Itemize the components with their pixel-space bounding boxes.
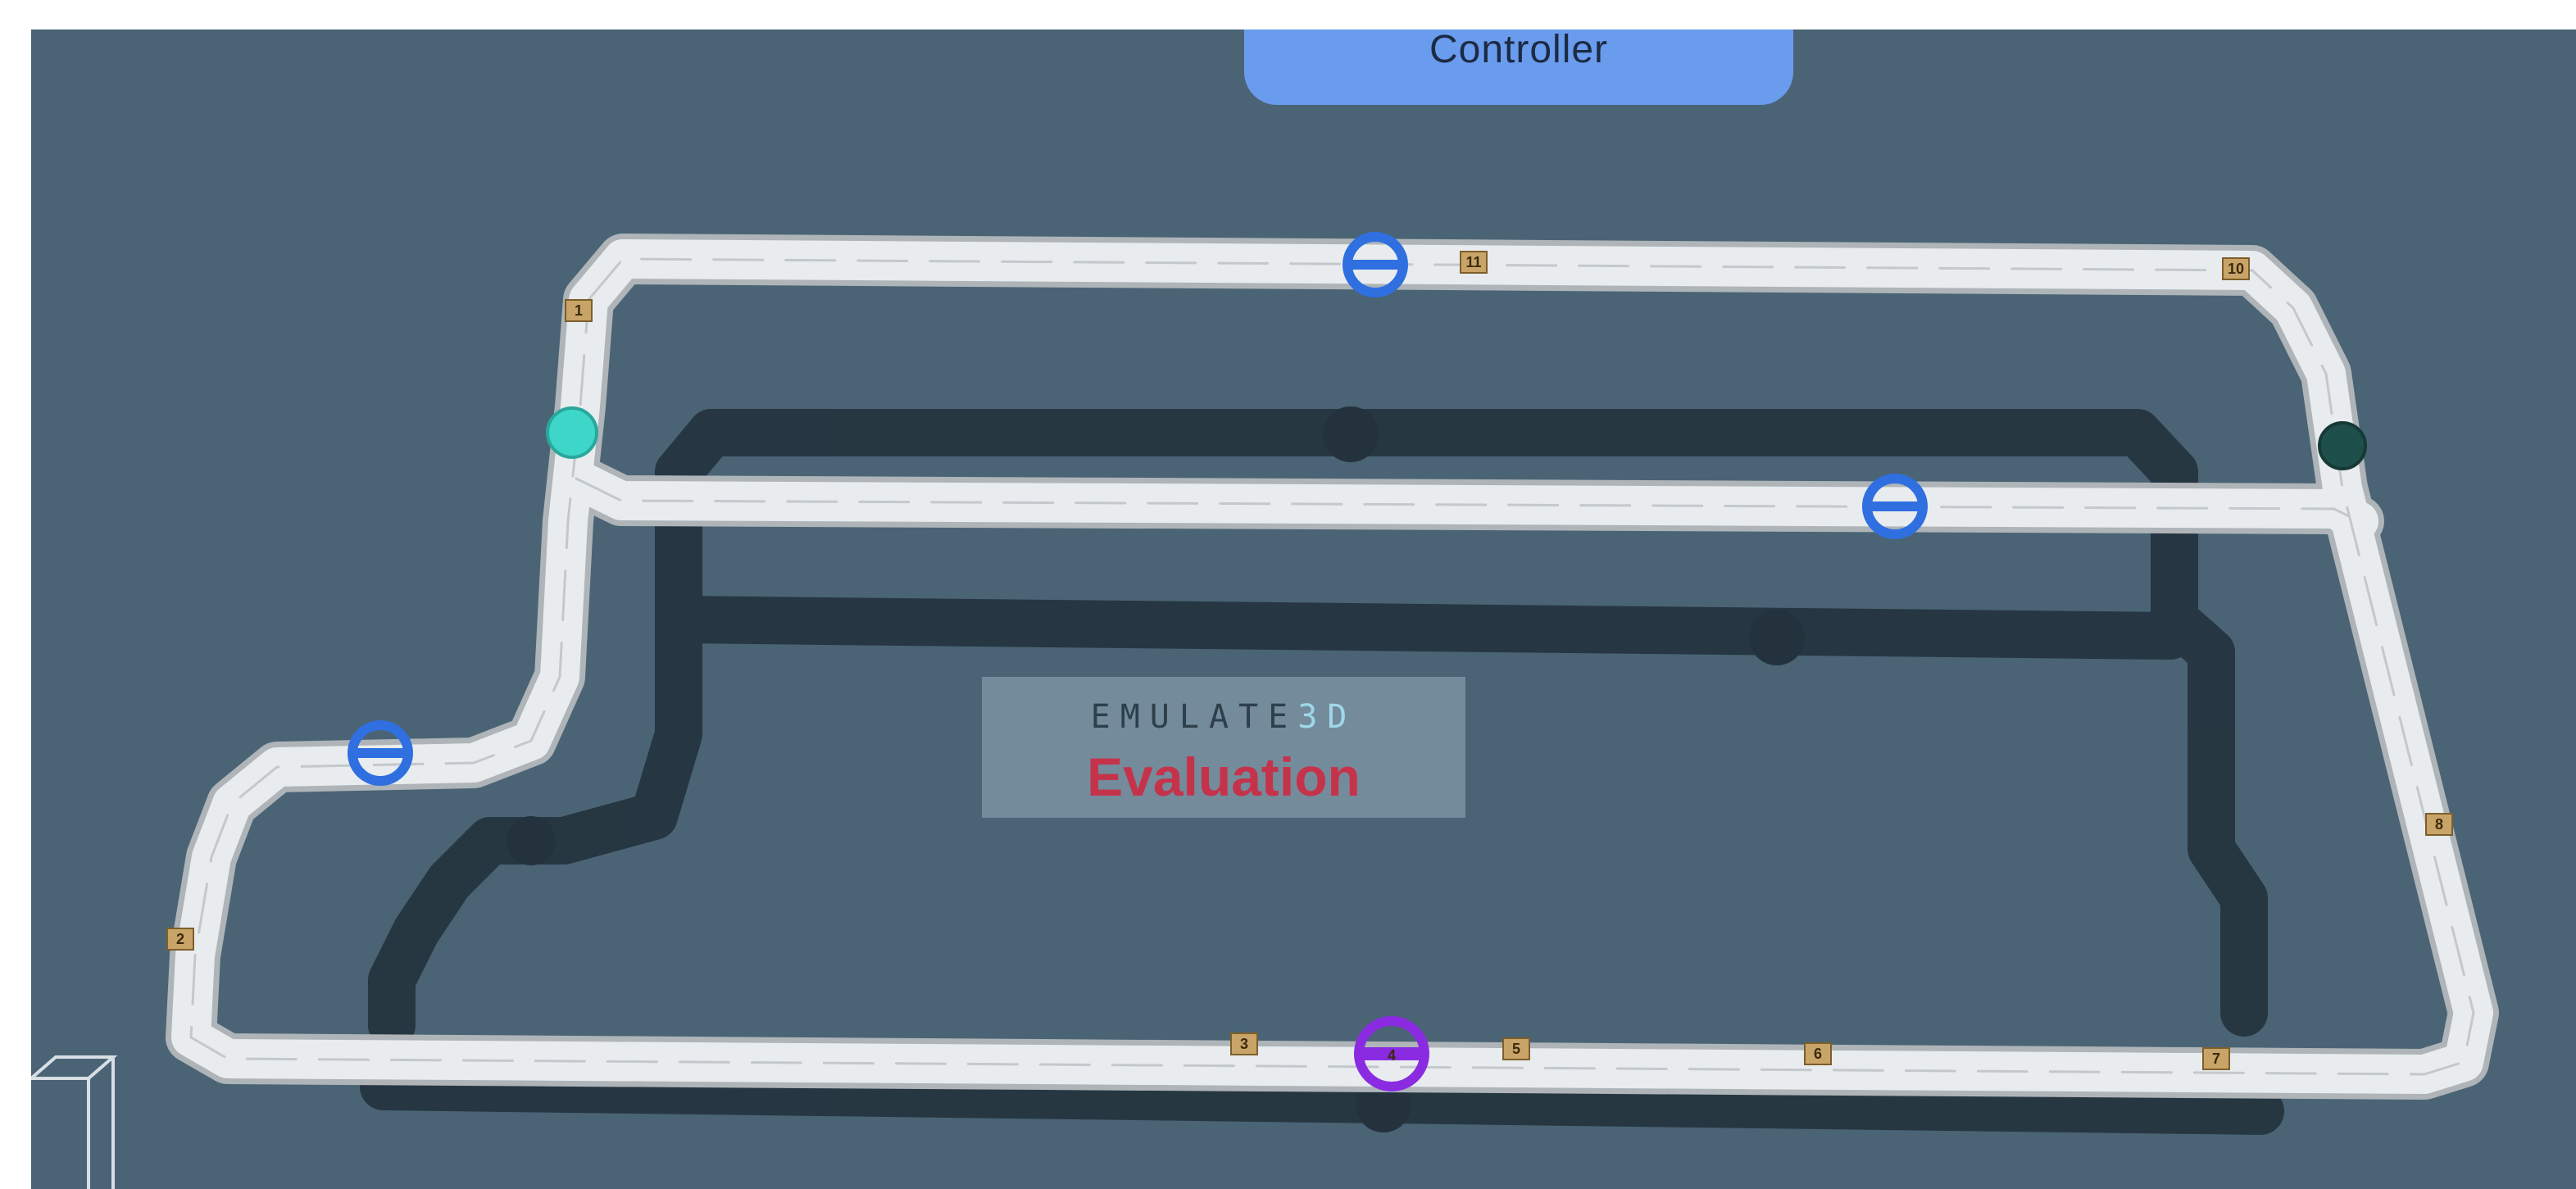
tag-number: 6 (1814, 1046, 1822, 1062)
marker-bar (1870, 501, 1920, 511)
station-tag[interactable]: 7 (2202, 1047, 2230, 1070)
tag-number: 8 (2435, 816, 2443, 833)
marker-bar (356, 748, 405, 758)
tag-number: 5 (1512, 1041, 1520, 1057)
marker-bar (1351, 260, 1400, 270)
station-tag[interactable]: 2 (166, 928, 194, 951)
carrier-sphere-icon[interactable] (546, 406, 598, 459)
station-tag[interactable]: 11 (1460, 251, 1488, 274)
station-tag[interactable]: 6 (1804, 1042, 1832, 1065)
shadow-node (507, 816, 556, 865)
tag-number: 4 (1388, 1047, 1396, 1064)
station-tag[interactable]: 5 (1502, 1037, 1530, 1060)
tag-number: 9 (601, 329, 609, 346)
3d-viewport[interactable]: 11 10 1 8 2 3 5 6 7 4 Controller EMULATE… (31, 29, 2576, 1189)
logo-main-text: EMULATE (1090, 698, 1298, 736)
tag-number: 3 (1240, 1036, 1248, 1052)
tag-number: 1 (575, 302, 583, 319)
tag-number: 10 (2228, 261, 2244, 277)
logo-tail-text: 3D (1297, 698, 1357, 736)
station-tag[interactable]: 8 (2425, 813, 2453, 836)
view-cube-icon[interactable] (31, 1054, 129, 1189)
tag-number: 7 (2212, 1051, 2220, 1067)
controller-button[interactable]: Controller (1244, 29, 1793, 105)
evaluation-watermark: EMULATE3D Evaluation (982, 677, 1465, 818)
shadow-node (1323, 406, 1379, 462)
tag-number: 11 (1465, 254, 1481, 270)
carrier-sphere-icon[interactable] (2318, 421, 2367, 470)
shadow-node (1749, 610, 1805, 665)
emulate3d-logo: EMULATE3D (982, 698, 1465, 736)
conveyor-track[interactable] (166, 234, 2499, 1100)
tag-number: 2 (176, 931, 184, 947)
controller-button-label: Controller (1429, 29, 1609, 71)
evaluation-text: Evaluation (1087, 747, 1361, 807)
station-tag[interactable]: 1 (565, 299, 593, 322)
station-tag[interactable]: 10 (2222, 257, 2250, 280)
station-tag[interactable]: 3 (1230, 1032, 1258, 1055)
conveyor-scene[interactable]: 11 10 1 8 2 3 5 6 7 4 (31, 29, 2576, 1189)
